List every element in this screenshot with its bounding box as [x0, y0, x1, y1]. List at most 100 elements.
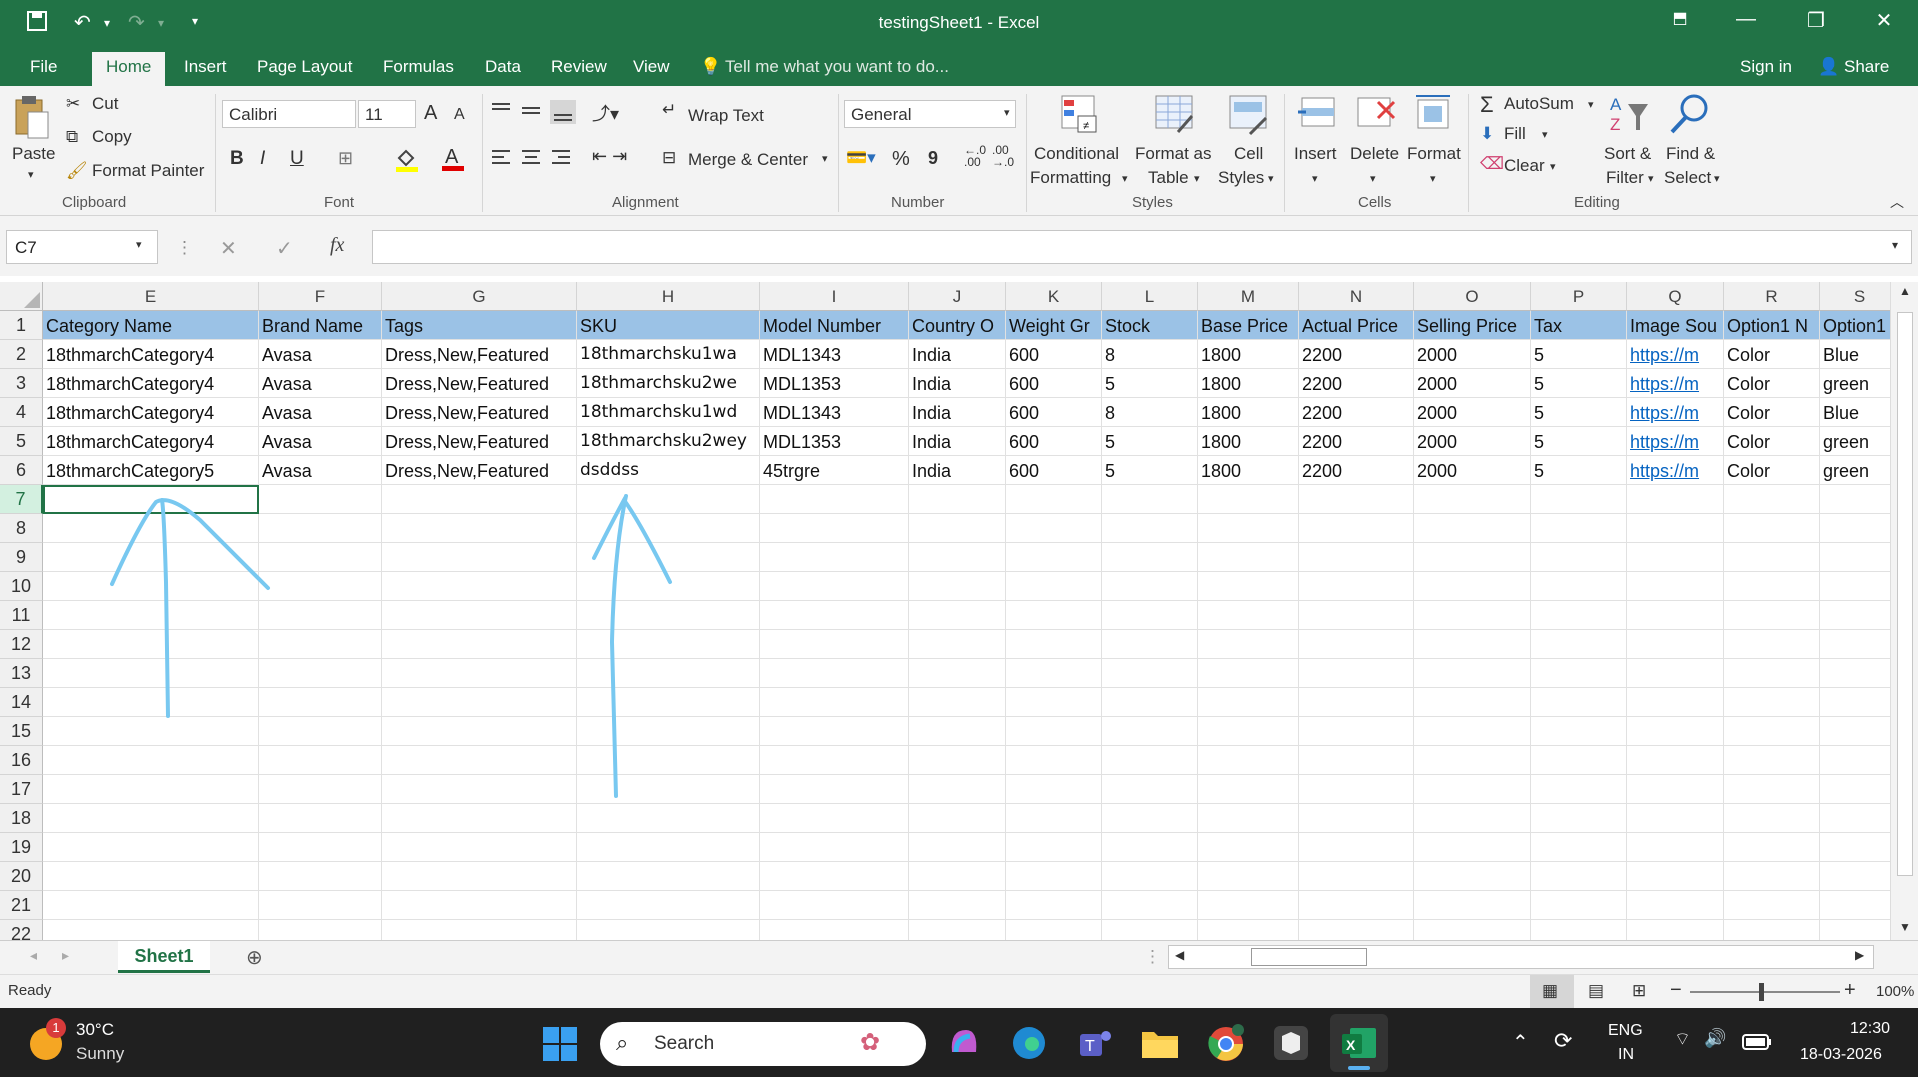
filter-label[interactable]: Filter [1606, 168, 1644, 188]
minimize-button[interactable]: — [1726, 8, 1766, 38]
italic-button[interactable]: I [260, 148, 265, 170]
paste-button[interactable]: Paste [12, 144, 55, 164]
tab-view[interactable]: View [633, 57, 670, 77]
name-box-dropdown-icon[interactable]: ▾ [136, 238, 142, 251]
decrease-decimal-icon[interactable]: .00 →.0 [992, 144, 1014, 168]
cell-styles-button[interactable]: Cell [1234, 144, 1263, 164]
fill-button[interactable]: Fill [1504, 124, 1526, 144]
zoom-in-button[interactable]: + [1844, 979, 1856, 1002]
tab-formulas[interactable]: Formulas [383, 57, 454, 77]
insert-function-button[interactable]: fx [330, 234, 344, 257]
sort-filter-button[interactable]: Sort & [1604, 144, 1651, 164]
number-format-dropdown-icon[interactable]: ▾ [1004, 106, 1010, 119]
scroll-down-icon[interactable]: ▼ [1899, 920, 1911, 934]
wrap-text-button[interactable]: Wrap Text [688, 106, 764, 126]
bold-button[interactable]: B [230, 148, 244, 170]
find-select-button[interactable]: Find & [1666, 144, 1715, 164]
horizontal-scrollbar[interactable]: ◀ ▶ [1168, 945, 1874, 969]
borders-icon[interactable]: ⊞ [338, 148, 353, 169]
grow-font-icon[interactable]: A [424, 102, 437, 125]
underline-button[interactable]: U [290, 148, 304, 170]
volume-icon[interactable]: 🔊 [1704, 1028, 1726, 1049]
taskbar-search-box[interactable]: ⌕ Search ✿ [600, 1022, 926, 1066]
windows-start-icon[interactable] [542, 1026, 578, 1066]
vertical-scroll-thumb[interactable] [1897, 312, 1913, 876]
enter-icon[interactable]: ✓ [276, 236, 293, 261]
sheet-tab-sheet1[interactable]: Sheet1 [118, 941, 210, 973]
horizontal-scroll-thumb[interactable] [1251, 948, 1367, 966]
font-name-combo[interactable]: Calibri [222, 100, 356, 128]
clear-button[interactable]: Clear [1504, 156, 1545, 176]
splitter-icon[interactable]: ⋮ [1144, 947, 1161, 967]
share-button[interactable]: Share [1844, 57, 1889, 77]
restore-button[interactable]: ❐ [1796, 8, 1836, 38]
increase-decimal-icon[interactable]: ←.0.00 [964, 144, 986, 168]
delete-button[interactable]: Delete [1350, 144, 1399, 164]
language-in[interactable]: IN [1618, 1046, 1634, 1064]
shrink-font-icon[interactable]: A [454, 106, 465, 124]
insert-button[interactable]: Insert [1294, 144, 1337, 164]
zoom-slider-thumb[interactable] [1759, 983, 1764, 1001]
cell-styles-label[interactable]: Styles [1218, 168, 1264, 188]
format-as-table-label[interactable]: Table [1148, 168, 1189, 188]
copy-button[interactable]: Copy [92, 127, 132, 147]
cancel-icon[interactable]: ✕ [220, 236, 237, 261]
weather-temp[interactable]: 30°C [76, 1020, 114, 1040]
indent-icons[interactable]: ⇤ ⇥ [592, 146, 627, 167]
merge-center-button[interactable]: Merge & Center [688, 150, 808, 170]
copilot-icon[interactable] [946, 1024, 982, 1064]
merge-dropdown-icon[interactable]: ▾ [822, 152, 828, 165]
conditional-formatting-button[interactable]: Conditional [1034, 144, 1119, 164]
tab-file[interactable]: File [30, 57, 57, 77]
vertical-scrollbar[interactable]: ▲ ▼ [1890, 282, 1918, 940]
collapse-ribbon-icon[interactable]: ︿ [1890, 192, 1904, 212]
teams-icon[interactable]: T [1076, 1024, 1114, 1066]
format-button[interactable]: Format [1407, 144, 1461, 164]
file-explorer-icon[interactable] [1140, 1024, 1180, 1066]
percent-button[interactable]: % [892, 148, 910, 171]
zoom-out-button[interactable]: − [1670, 979, 1682, 1002]
edge-icon[interactable] [1010, 1024, 1048, 1066]
scroll-up-icon[interactable]: ▲ [1899, 284, 1911, 298]
page-break-view-icon[interactable]: ⊞ [1632, 981, 1646, 1001]
comma-button[interactable]: 9 [928, 148, 938, 169]
fill-color-icon[interactable] [394, 146, 420, 177]
language-eng[interactable]: ENG [1608, 1022, 1643, 1040]
format-as-table-button[interactable]: Format as [1135, 144, 1212, 164]
scroll-left-icon[interactable]: ◀ [1175, 948, 1184, 962]
chrome-icon[interactable] [1206, 1024, 1246, 1068]
orientation-icon[interactable]: ⤴▾ [592, 100, 619, 126]
sign-in-link[interactable]: Sign in [1740, 57, 1792, 77]
formula-input[interactable] [372, 230, 1912, 264]
scroll-right-icon[interactable]: ▶ [1855, 948, 1864, 962]
new-sheet-icon[interactable]: ⊕ [246, 945, 263, 970]
battery-icon[interactable] [1742, 1034, 1772, 1054]
clock-date[interactable]: 18-03-2026 [1800, 1046, 1882, 1064]
conditional-formatting-label[interactable]: Formatting [1030, 168, 1111, 188]
close-button[interactable]: ✕ [1864, 8, 1904, 38]
weather-desc[interactable]: Sunny [76, 1044, 124, 1064]
expand-formula-icon[interactable]: ▾ [1892, 238, 1898, 252]
tab-insert[interactable]: Insert [184, 57, 227, 77]
show-hidden-icons-icon[interactable]: ⌃ [1512, 1030, 1529, 1055]
paste-dropdown-icon[interactable]: ▾ [28, 168, 34, 181]
format-painter-button[interactable]: Format Painter [92, 161, 204, 181]
normal-view-button[interactable]: ▦ [1530, 975, 1574, 1009]
align-horizontal-icons[interactable] [490, 148, 580, 174]
number-format-combo[interactable]: General [844, 100, 1016, 128]
clock-time[interactable]: 12:30 [1850, 1020, 1890, 1038]
align-top-icon[interactable] [490, 100, 580, 128]
prev-sheet-icon[interactable]: ◂ [30, 947, 37, 964]
font-color-icon[interactable]: A [440, 144, 466, 177]
app-box-icon[interactable] [1272, 1024, 1310, 1066]
font-size-combo[interactable]: 11 [358, 100, 416, 128]
sync-icon[interactable]: ⟳ [1554, 1028, 1572, 1054]
tab-review[interactable]: Review [551, 57, 607, 77]
tell-me-input[interactable]: Tell me what you want to do... [725, 57, 949, 77]
currency-icon[interactable]: 💳▾ [846, 148, 876, 168]
autosum-button[interactable]: AutoSum [1504, 94, 1574, 114]
page-layout-view-icon[interactable]: ▤ [1588, 981, 1604, 1001]
wifi-icon[interactable]: ⌔ [1674, 1028, 1691, 1051]
select-label[interactable]: Select [1664, 168, 1711, 188]
zoom-level[interactable]: 100% [1876, 983, 1914, 1000]
